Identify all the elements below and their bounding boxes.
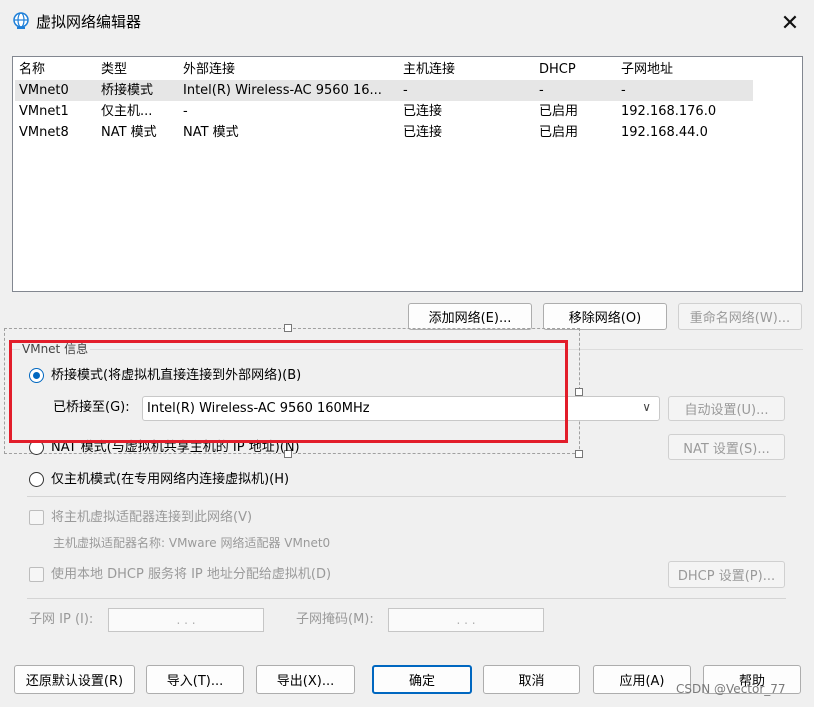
ok-button[interactable]: 确定 [372,665,472,694]
column-header-name[interactable]: 名称 [19,59,99,80]
restore-defaults-button[interactable]: 还原默认设置(R) [14,665,135,694]
cell-host: 已连接 [403,125,443,140]
cell-external: NAT 模式 [183,125,239,140]
adapter-name-label: 主机虚拟适配器名称: VMware 网络适配器 VMnet0 [53,536,331,550]
cell-type: 桥接模式 [101,83,154,98]
cell-dhcp: 已启用 [539,104,579,119]
column-header-external[interactable]: 外部连接 [183,59,398,80]
list-header: 名称 类型 外部连接 主机连接 DHCP 子网地址 [15,59,753,80]
subnet-ip-label: 子网 IP (I): [29,612,94,627]
globe-icon [12,12,30,30]
separator [27,496,786,497]
resize-handle[interactable] [284,324,292,332]
cell-name: VMnet0 [19,83,69,98]
window-title: 虚拟网络编辑器 [36,13,142,31]
chevron-down-icon: ∨ [642,400,651,414]
connect-adapter-label: 将主机虚拟适配器连接到此网络(V) [51,510,253,525]
rename-network-button[interactable]: 重命名网络(W)... [678,303,802,330]
subnet-mask-input[interactable]: . . . [388,608,544,632]
dhcp-checkbox[interactable] [29,567,44,582]
dhcp-label: 使用本地 DHCP 服务将 IP 地址分配给虚拟机(D) [51,567,332,582]
table-row[interactable]: VMnet8 NAT 模式 NAT 模式 已连接 已启用 192.168.44.… [15,122,753,143]
watermark: CSDN @Vector_77 [676,682,786,696]
cell-host: 已连接 [403,104,443,119]
resize-handle[interactable] [575,388,583,396]
column-header-subnet[interactable]: 子网地址 [621,59,751,80]
add-network-button[interactable]: 添加网络(E)... [408,303,532,330]
auto-settings-button[interactable]: 自动设置(U)... [668,396,785,421]
nat-settings-button[interactable]: NAT 设置(S)... [668,434,785,460]
highlight-box [9,340,568,443]
separator [27,598,786,599]
cancel-button[interactable]: 取消 [483,665,580,694]
table-row[interactable]: VMnet1 仅主机... - 已连接 已启用 192.168.176.0 [15,101,753,122]
remove-network-button[interactable]: 移除网络(O) [543,303,667,330]
cell-external: - [183,104,188,119]
import-button[interactable]: 导入(T)... [146,665,244,694]
close-icon[interactable]: ✕ [770,6,810,40]
dhcp-settings-button[interactable]: DHCP 设置(P)... [668,561,785,588]
host-only-radio[interactable] [29,472,44,487]
subnet-ip-input[interactable]: . . . [108,608,264,632]
connect-adapter-checkbox[interactable] [29,510,44,525]
host-only-label: 仅主机模式(在专用网络内连接虚拟机)(H) [51,472,290,487]
column-header-dhcp[interactable]: DHCP [539,59,619,80]
export-button[interactable]: 导出(X)... [256,665,355,694]
cell-type: NAT 模式 [101,125,157,140]
cell-dhcp: 已启用 [539,125,579,140]
cell-host: - [403,83,408,98]
column-header-host[interactable]: 主机连接 [403,59,533,80]
subnet-mask-label: 子网掩码(M): [296,612,374,627]
column-header-type[interactable]: 类型 [101,59,181,80]
cell-dhcp: - [539,83,544,98]
cell-name: VMnet1 [19,104,69,119]
network-list[interactable]: 名称 类型 外部连接 主机连接 DHCP 子网地址 VMnet0 桥接模式 In… [12,56,803,292]
resize-handle[interactable] [575,450,583,458]
title-bar: 虚拟网络编辑器 ✕ [0,0,814,44]
cell-external: Intel(R) Wireless-AC 9560 16... [183,83,382,98]
cell-name: VMnet8 [19,125,69,140]
table-row[interactable]: VMnet0 桥接模式 Intel(R) Wireless-AC 9560 16… [15,80,753,101]
cell-type: 仅主机... [101,104,153,119]
cell-subnet: 192.168.176.0 [621,104,717,119]
cell-subnet: 192.168.44.0 [621,125,708,140]
cell-subnet: - [621,83,626,98]
